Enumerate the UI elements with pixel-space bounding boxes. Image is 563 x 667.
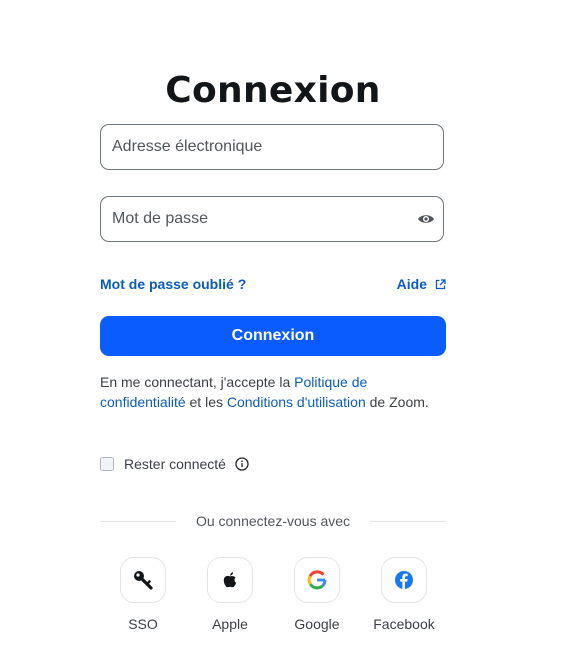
- sso-button[interactable]: [120, 557, 166, 603]
- remember-me-checkbox[interactable]: [100, 457, 114, 471]
- terms-text: En me connectant, j'accepte la Politique…: [100, 372, 446, 412]
- apple-login-option: Apple: [185, 557, 275, 632]
- google-label: Google: [294, 616, 340, 632]
- form-links-row: Mot de passe oublié ? Aide: [100, 276, 446, 294]
- page-title: Connexion: [165, 70, 381, 112]
- terms-suffix: de Zoom.: [365, 394, 429, 410]
- email-field-wrapper[interactable]: [100, 124, 444, 170]
- divider-line-right: [370, 521, 446, 522]
- remember-me-row: Rester connecté: [100, 456, 249, 472]
- apple-label: Apple: [212, 616, 248, 632]
- terms-of-use-link[interactable]: Conditions d'utilisation: [227, 394, 366, 410]
- apple-button[interactable]: [207, 557, 253, 603]
- google-button[interactable]: [294, 557, 340, 603]
- login-button[interactable]: Connexion: [100, 316, 446, 356]
- terms-middle: et les: [185, 394, 227, 410]
- sso-login-option: SSO: [98, 557, 188, 632]
- facebook-label: Facebook: [373, 616, 435, 632]
- external-link-icon: [435, 278, 446, 289]
- password-input[interactable]: [112, 197, 412, 241]
- apple-icon: [223, 572, 237, 588]
- divider: Ou connectez-vous avec: [100, 512, 446, 530]
- info-icon[interactable]: [235, 457, 249, 471]
- forgot-password-link[interactable]: Mot de passe oublié ?: [100, 276, 246, 292]
- help-label: Aide: [396, 276, 427, 292]
- facebook-login-option: Facebook: [359, 557, 449, 632]
- eye-icon[interactable]: [417, 211, 435, 227]
- terms-prefix: En me connectant, j'accepte la: [100, 374, 295, 390]
- key-icon: [134, 571, 153, 590]
- sso-label: SSO: [128, 616, 158, 632]
- password-field-wrapper[interactable]: [100, 196, 444, 242]
- help-link[interactable]: Aide: [397, 276, 446, 292]
- facebook-button[interactable]: [381, 557, 427, 603]
- facebook-icon: [395, 571, 413, 589]
- remember-me-label[interactable]: Rester connecté: [124, 456, 226, 472]
- google-icon: [307, 570, 327, 590]
- email-input[interactable]: [112, 125, 412, 169]
- google-login-option: Google: [272, 557, 362, 632]
